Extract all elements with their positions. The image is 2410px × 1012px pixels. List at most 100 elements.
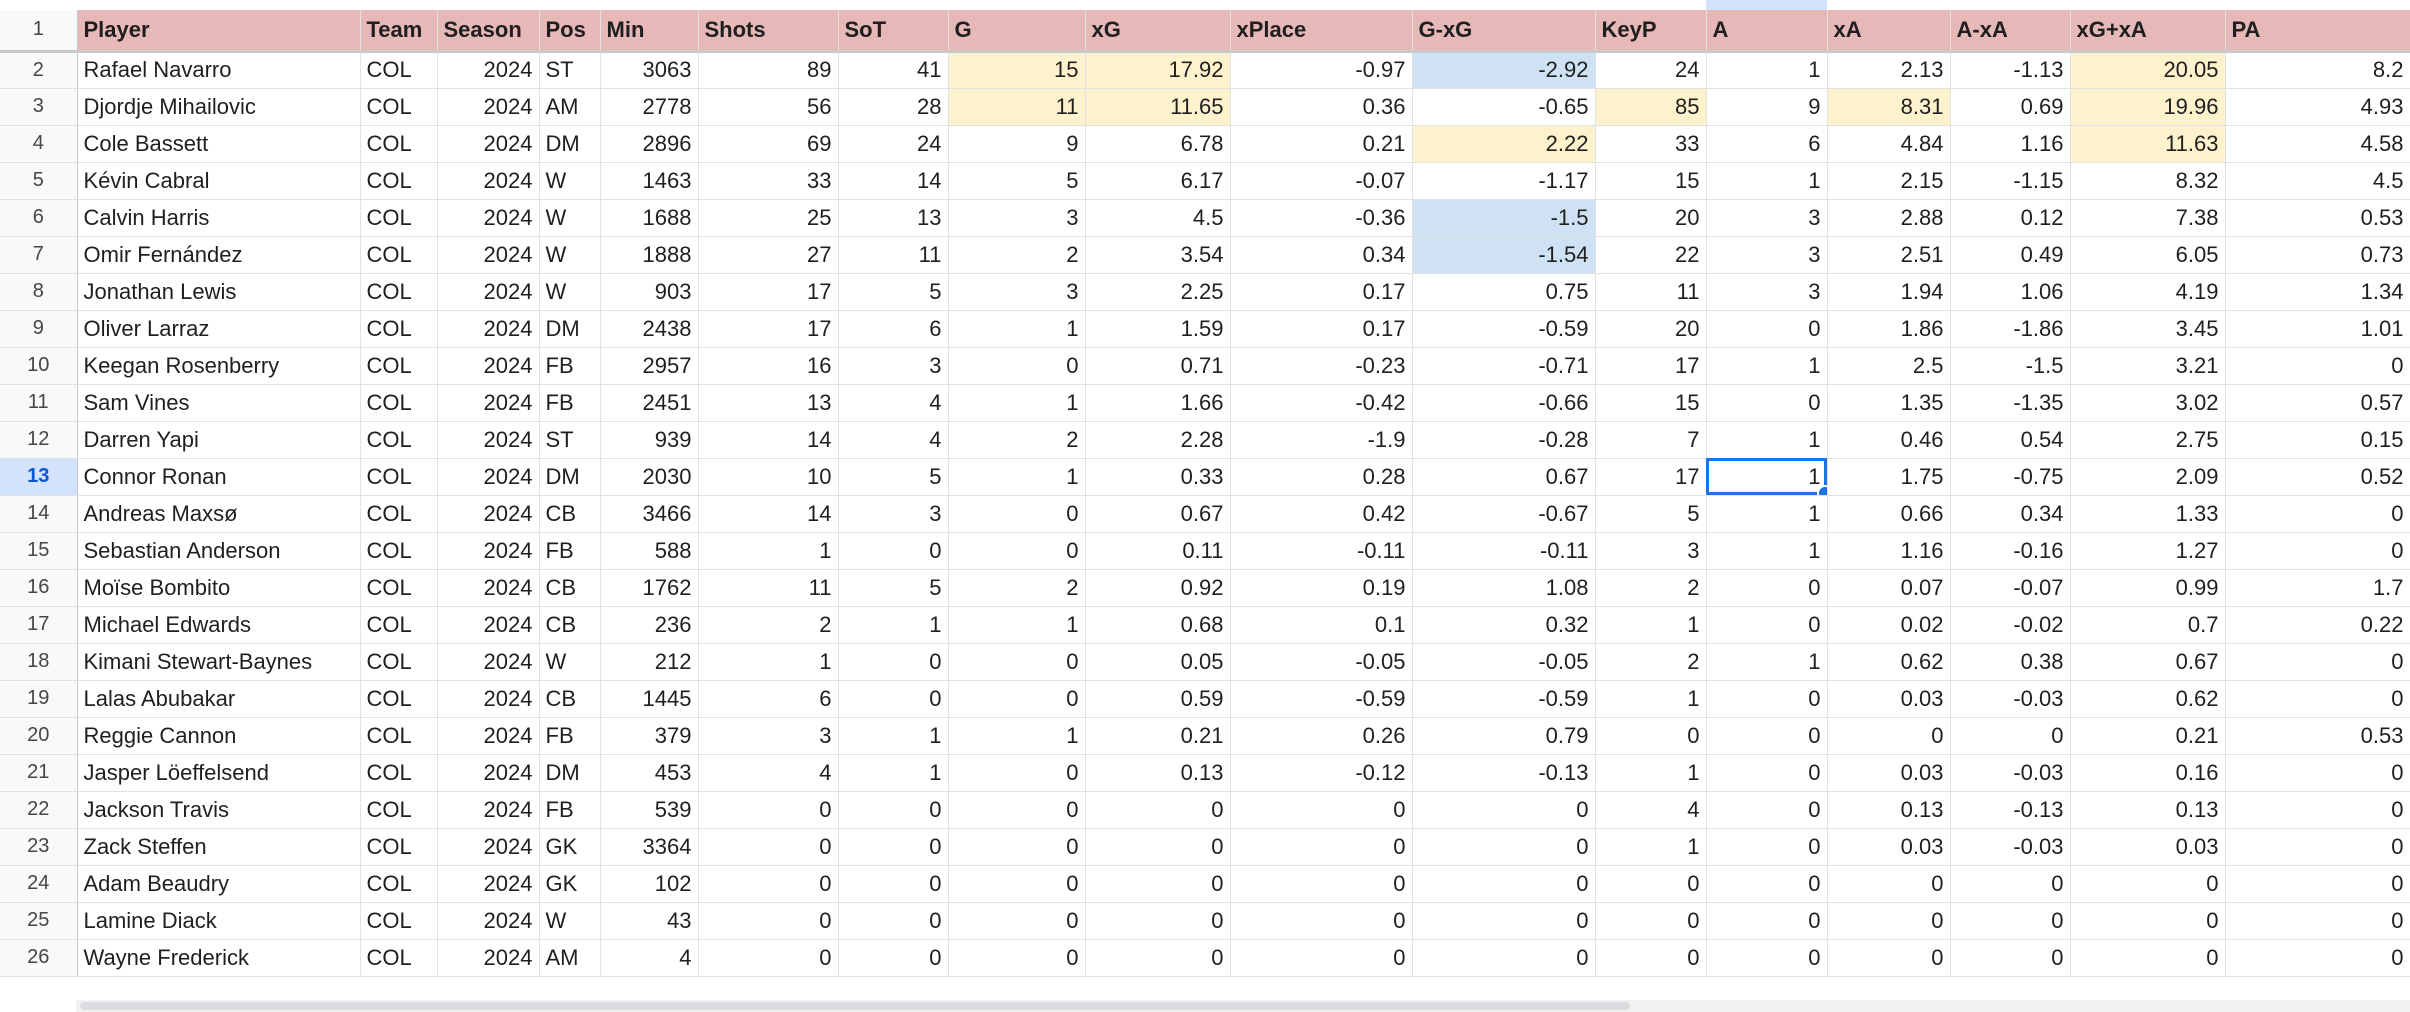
row-header[interactable]: 19: [0, 680, 78, 718]
cell-xg[interactable]: 0.13: [1085, 754, 1231, 792]
cell-xplace[interactable]: 0.1: [1230, 606, 1413, 644]
cell-min[interactable]: 2957: [600, 347, 699, 385]
cell-g-xg[interactable]: -1.54: [1412, 236, 1596, 274]
cell-xa[interactable]: 1.86: [1827, 310, 1951, 348]
cell-xg[interactable]: 2.25: [1085, 273, 1231, 311]
cell-g[interactable]: 2: [948, 569, 1086, 607]
cell-team[interactable]: COL: [360, 717, 438, 755]
cell-min[interactable]: 1463: [600, 162, 699, 200]
cell-a-xa[interactable]: -1.15: [1950, 162, 2071, 200]
cell-a[interactable]: 3: [1706, 199, 1828, 237]
cell-g[interactable]: 1: [948, 458, 1086, 496]
cell-pa[interactable]: 0: [2225, 643, 2410, 681]
header-a-xa[interactable]: A-xA: [1950, 10, 2071, 53]
cell-xa[interactable]: 1.16: [1827, 532, 1951, 570]
cell-xplace[interactable]: 0.34: [1230, 236, 1413, 274]
cell-keyp[interactable]: 4: [1595, 791, 1707, 829]
cell-xa[interactable]: 8.31: [1827, 88, 1951, 126]
cell-shots[interactable]: 56: [698, 88, 839, 126]
cell-xg-plus-xa[interactable]: 0.67: [2070, 643, 2226, 681]
cell-season[interactable]: 2024: [437, 791, 540, 829]
cell-shots[interactable]: 69: [698, 125, 839, 163]
table-row[interactable]: 8 Jonathan Lewis COL 2024 W 903 17 5 3 2.25 0.17 0.…: [0, 273, 2410, 311]
cell-team[interactable]: COL: [360, 791, 438, 829]
cell-sot[interactable]: 5: [838, 569, 949, 607]
cell-g[interactable]: 0: [948, 532, 1086, 570]
cell-sot[interactable]: 3: [838, 347, 949, 385]
cell-shots[interactable]: 33: [698, 162, 839, 200]
table-row[interactable]: 24 Adam Beaudry COL 2024 GK 102 0 0 0 0 0 0 0 0 0 0 0 0: [0, 865, 2410, 903]
cell-a[interactable]: 0: [1706, 828, 1828, 866]
cell-shots[interactable]: 0: [698, 828, 839, 866]
cell-xg[interactable]: 0.59: [1085, 680, 1231, 718]
cell-a[interactable]: 0: [1706, 680, 1828, 718]
cell-sot[interactable]: 0: [838, 939, 949, 977]
cell-xg-plus-xa[interactable]: 1.33: [2070, 495, 2226, 533]
cell-xa[interactable]: 2.13: [1827, 51, 1951, 89]
cell-g[interactable]: 0: [948, 865, 1086, 903]
cell-min[interactable]: 2451: [600, 384, 699, 422]
cell-keyp[interactable]: 0: [1595, 865, 1707, 903]
cell-g[interactable]: 1: [948, 606, 1086, 644]
header-team[interactable]: Team: [360, 10, 438, 53]
cell-sot[interactable]: 0: [838, 902, 949, 940]
cell-season[interactable]: 2024: [437, 310, 540, 348]
cell-season[interactable]: 2024: [437, 828, 540, 866]
cell-team[interactable]: COL: [360, 51, 438, 89]
cell-xg-plus-xa[interactable]: 0.21: [2070, 717, 2226, 755]
cell-xa[interactable]: 4.84: [1827, 125, 1951, 163]
cell-xg-plus-xa[interactable]: 6.05: [2070, 236, 2226, 274]
cell-shots[interactable]: 2: [698, 606, 839, 644]
cell-xg-plus-xa[interactable]: 3.45: [2070, 310, 2226, 348]
cell-shots[interactable]: 17: [698, 310, 839, 348]
cell-min[interactable]: 379: [600, 717, 699, 755]
cell-pa[interactable]: 4.93: [2225, 88, 2410, 126]
row-header[interactable]: 11: [0, 384, 78, 422]
cell-a-xa[interactable]: -1.86: [1950, 310, 2071, 348]
cell-g[interactable]: 5: [948, 162, 1086, 200]
cell-player[interactable]: Sam Vines: [77, 384, 361, 422]
cell-team[interactable]: COL: [360, 347, 438, 385]
cell-g[interactable]: 1: [948, 310, 1086, 348]
cell-g[interactable]: 15: [948, 51, 1086, 89]
cell-g-xg[interactable]: -0.13: [1412, 754, 1596, 792]
cell-keyp[interactable]: 1: [1595, 680, 1707, 718]
cell-min[interactable]: 2030: [600, 458, 699, 496]
cell-sot[interactable]: 6: [838, 310, 949, 348]
cell-sot[interactable]: 0: [838, 532, 949, 570]
cell-keyp[interactable]: 20: [1595, 310, 1707, 348]
table-row[interactable]: 23 Zack Steffen COL 2024 GK 3364 0 0 0 0 0 0 1 0 0.03-…: [0, 828, 2410, 866]
cell-min[interactable]: 939: [600, 421, 699, 459]
cell-pa[interactable]: 0.53: [2225, 717, 2410, 755]
cell-xg-plus-xa[interactable]: 7.38: [2070, 199, 2226, 237]
cell-a-xa[interactable]: 0: [1950, 939, 2071, 977]
cell-sot[interactable]: 0: [838, 828, 949, 866]
cell-g[interactable]: 2: [948, 236, 1086, 274]
cell-xg-plus-xa[interactable]: 0.13: [2070, 791, 2226, 829]
cell-pos[interactable]: W: [539, 902, 601, 940]
cell-a-xa[interactable]: 0.38: [1950, 643, 2071, 681]
cell-keyp[interactable]: 1: [1595, 828, 1707, 866]
cell-a-xa[interactable]: 0: [1950, 717, 2071, 755]
cell-player[interactable]: Cole Bassett: [77, 125, 361, 163]
cell-pa[interactable]: 0: [2225, 680, 2410, 718]
cell-xplace[interactable]: 0.42: [1230, 495, 1413, 533]
cell-xplace[interactable]: -0.07: [1230, 162, 1413, 200]
cell-season[interactable]: 2024: [437, 273, 540, 311]
cell-xg-plus-xa[interactable]: 2.75: [2070, 421, 2226, 459]
cell-sot[interactable]: 5: [838, 458, 949, 496]
table-row[interactable]: 26 Wayne Frederick COL 2024 AM 4 0 0 0 0 0 0 0 0 0 0 0 0: [0, 939, 2410, 977]
cell-a[interactable]: 1: [1706, 51, 1828, 89]
cell-pos[interactable]: CB: [539, 495, 601, 533]
cell-xg[interactable]: 6.17: [1085, 162, 1231, 200]
cell-xg-plus-xa[interactable]: 1.27: [2070, 532, 2226, 570]
cell-a[interactable]: 1: [1706, 421, 1828, 459]
cell-team[interactable]: COL: [360, 865, 438, 903]
cell-team[interactable]: COL: [360, 458, 438, 496]
cell-shots[interactable]: 14: [698, 421, 839, 459]
cell-keyp[interactable]: 0: [1595, 902, 1707, 940]
cell-xplace[interactable]: -0.36: [1230, 199, 1413, 237]
cell-xg-plus-xa[interactable]: 0: [2070, 939, 2226, 977]
cell-pa[interactable]: 0: [2225, 865, 2410, 903]
cell-player[interactable]: Zack Steffen: [77, 828, 361, 866]
